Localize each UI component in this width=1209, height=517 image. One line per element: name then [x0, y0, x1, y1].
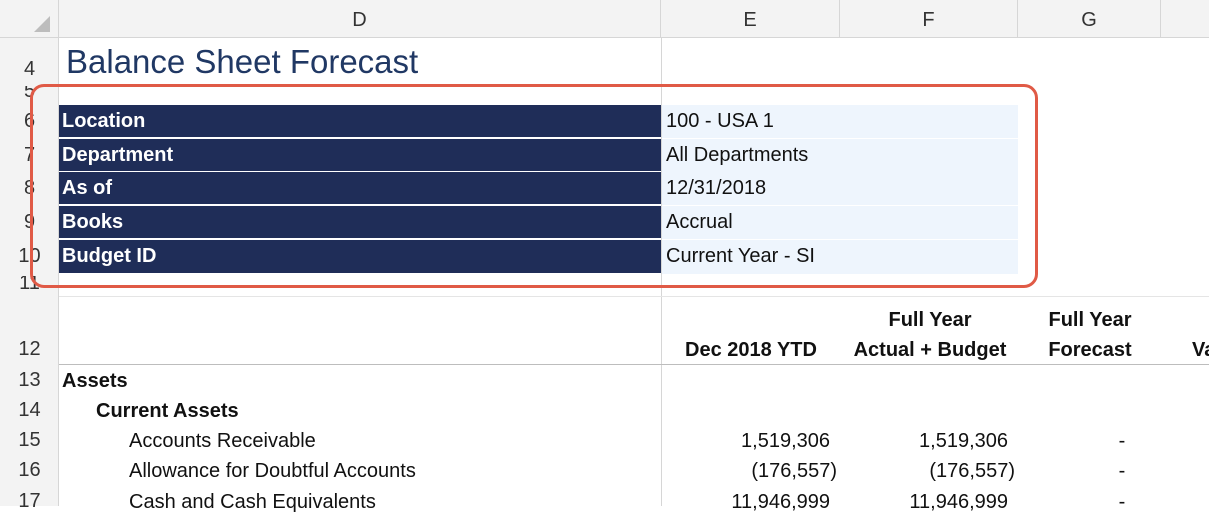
- account-value-forecast[interactable]: -: [1100, 426, 1144, 456]
- section-current-assets[interactable]: Current Assets: [96, 396, 239, 426]
- header-underline: [59, 364, 1209, 365]
- header-full-year-1[interactable]: Full Year: [840, 306, 1020, 334]
- section-assets[interactable]: Assets: [62, 366, 128, 396]
- select-all-corner[interactable]: [0, 0, 59, 38]
- header-forecast[interactable]: Forecast: [1020, 336, 1160, 364]
- row-header-4[interactable]: 4: [0, 52, 59, 86]
- account-value-ytd[interactable]: 1,519,306: [662, 426, 830, 456]
- row-header-16[interactable]: 16: [0, 455, 59, 485]
- row-divider: [59, 296, 1209, 297]
- column-header-d[interactable]: D: [59, 0, 661, 38]
- column-header-f[interactable]: F: [840, 0, 1018, 38]
- account-value-full-year[interactable]: 11,946,999: [840, 487, 1008, 517]
- select-all-icon: [34, 16, 50, 32]
- row-header-17[interactable]: 17: [0, 486, 59, 516]
- column-header-h[interactable]: [1161, 0, 1209, 38]
- column-header-g[interactable]: G: [1018, 0, 1161, 38]
- header-dec-2018-ytd[interactable]: Dec 2018 YTD: [662, 336, 840, 364]
- account-value-forecast[interactable]: -: [1100, 456, 1144, 486]
- account-name[interactable]: Cash and Cash Equivalents: [129, 487, 376, 517]
- row-header-15[interactable]: 15: [0, 425, 59, 455]
- account-name[interactable]: Allowance for Doubtful Accounts: [129, 456, 416, 486]
- account-value-ytd[interactable]: (176,557): [662, 456, 837, 486]
- header-variance-partial[interactable]: Va: [1192, 336, 1209, 364]
- sheet-title[interactable]: Balance Sheet Forecast: [66, 43, 418, 81]
- header-actual-budget[interactable]: Actual + Budget: [840, 336, 1020, 364]
- account-value-full-year[interactable]: 1,519,306: [840, 426, 1008, 456]
- account-value-full-year[interactable]: (176,557): [840, 456, 1015, 486]
- header-full-year-2[interactable]: Full Year: [1020, 306, 1160, 334]
- account-name[interactable]: Accounts Receivable: [129, 426, 316, 456]
- highlight-rectangle: [30, 84, 1038, 288]
- row-header-14[interactable]: 14: [0, 395, 59, 425]
- account-value-forecast[interactable]: -: [1100, 487, 1144, 517]
- row-header-12[interactable]: 12: [0, 334, 59, 364]
- column-header-e[interactable]: E: [661, 0, 840, 38]
- row-header-13[interactable]: 13: [0, 365, 59, 395]
- account-value-ytd[interactable]: 11,946,999: [662, 487, 830, 517]
